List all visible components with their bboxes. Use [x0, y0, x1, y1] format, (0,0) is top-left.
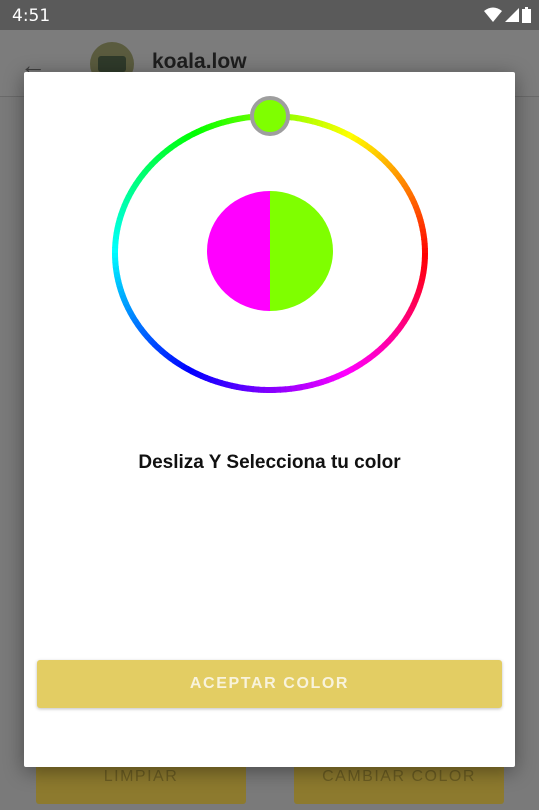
hue-selector-knob[interactable] [250, 96, 290, 136]
color-wheel[interactable] [110, 96, 430, 398]
new-color-swatch [270, 191, 333, 311]
username-title: koala.low [152, 50, 247, 73]
status-icons [484, 7, 531, 23]
clear-button-label: LIMPIAR [103, 768, 179, 785]
status-bar: 4:51 [0, 0, 539, 30]
color-picker-dialog: Desliza Y Selecciona tu color ACEPTAR CO… [24, 72, 515, 767]
signal-icon [505, 8, 519, 22]
old-color-swatch [207, 191, 270, 311]
color-wheel-svg[interactable] [110, 96, 430, 398]
change-color-button-label: CAMBIAR COLOR [322, 768, 476, 785]
status-time: 4:51 [12, 6, 51, 26]
accept-color-button[interactable]: ACEPTAR COLOR [37, 660, 502, 708]
wifi-icon [484, 7, 502, 22]
change-color-button: CAMBIAR COLOR [294, 762, 504, 804]
instruction-text: Desliza Y Selecciona tu color [138, 452, 401, 473]
clear-button: LIMPIAR [36, 762, 246, 804]
battery-icon [522, 7, 531, 23]
